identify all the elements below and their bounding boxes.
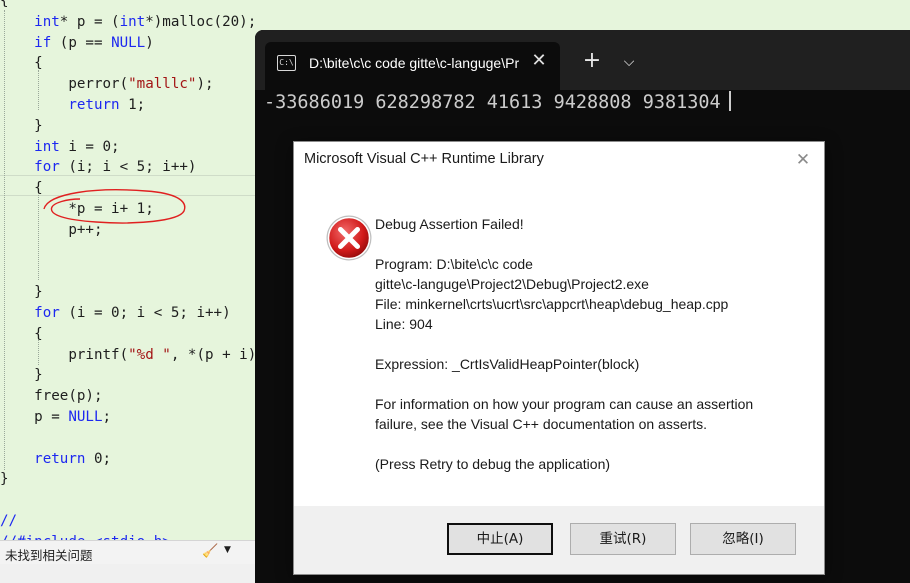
code-token: ) — [145, 34, 154, 51]
code-token: 1; — [119, 97, 146, 113]
code-line: } — [0, 365, 43, 385]
code-token: (i = 0; i < 5; i++) — [59, 305, 231, 321]
code-token: return — [68, 97, 120, 113]
terminal-tab-title: D:\bite\c\c code gitte\c-languge\Project… — [309, 55, 519, 71]
tab-dropdown-button[interactable]: ⌵ — [617, 48, 641, 76]
terminal-output: -33686019 628298782 41613 9428808 938130… — [264, 91, 731, 115]
code-line: { — [0, 53, 43, 73]
terminal-cursor — [728, 91, 731, 111]
code-token: { — [0, 325, 43, 342]
line-number: Line: 904 — [375, 316, 433, 332]
code-token: if — [34, 34, 52, 51]
status-message: 未找到相关问题 — [5, 548, 93, 563]
code-token: } — [0, 284, 43, 301]
code-line: // — [0, 511, 17, 531]
code-token: ); — [196, 76, 214, 93]
red-annotation-circle — [43, 189, 186, 224]
close-tab-icon[interactable]: ✕ — [527, 49, 551, 73]
program-path-line1: Program: D:\bite\c\c code — [375, 256, 533, 272]
terminal-titlebar: C:\ D:\bite\c\c code gitte\c-languge\Pro… — [255, 30, 910, 90]
code-token: p = — [0, 409, 69, 425]
code-line: } — [0, 469, 9, 489]
code-token: for — [34, 159, 60, 176]
code-token: } — [0, 471, 9, 488]
code-line: free(p); — [0, 386, 103, 406]
code-line: } — [0, 282, 43, 302]
abort-button[interactable]: 中止(A) — [447, 523, 553, 555]
code-token: } — [0, 367, 43, 384]
code-line: int* p = (int*)malloc(20); — [0, 12, 256, 32]
file-path: File: minkernel\crts\ucrt\src\appcrt\hea… — [375, 296, 729, 312]
code-token: (p == — [51, 34, 112, 51]
terminal-output-text: -33686019 628298782 41613 9428808 938130… — [264, 92, 721, 113]
dialog-close-button[interactable]: ✕ — [791, 148, 815, 172]
assertion-dialog: Microsoft Visual C++ Runtime Library ✕ D… — [293, 141, 825, 575]
dialog-button-bar: 中止(A) 重试(R) 忽略(I) — [294, 506, 824, 574]
code-token: "malllc" — [128, 76, 197, 93]
code-line: perror("malllc"); — [0, 74, 214, 94]
code-token: 0; — [85, 450, 112, 467]
code-line: printf("%d ", *(p + i) — [0, 345, 256, 365]
code-token: free(p); — [0, 388, 103, 405]
code-token: *)malloc(20); — [145, 13, 257, 30]
code-line: for (i = 0; i < 5; i++) — [0, 303, 231, 323]
terminal-tab[interactable]: C:\ D:\bite\c\c code gitte\c-languge\Pro… — [265, 42, 560, 90]
code-token: return — [34, 450, 86, 467]
program-path-line2: gitte\c-languge\Project2\Debug\Project2.… — [375, 276, 649, 292]
code-line: if (p == NULL) — [0, 33, 154, 53]
code-line: return 0; — [0, 449, 111, 469]
error-icon — [326, 215, 372, 261]
code-token: , *(p + i) — [170, 346, 257, 363]
code-token: { — [0, 55, 43, 72]
new-tab-button[interactable]: + — [578, 48, 606, 76]
code-token: } — [0, 117, 43, 134]
code-token: * p = ( — [59, 13, 120, 30]
chevron-down-icon[interactable]: ▼ — [224, 545, 231, 555]
info-line2: failure, see the Visual C++ documentatio… — [375, 416, 708, 432]
code-token: (i; i < 5; i++) — [59, 159, 197, 176]
code-line: { — [0, 0, 9, 11]
retry-hint: (Press Retry to debug the application) — [375, 456, 611, 472]
code-line: for (i; i < 5; i++) — [0, 157, 196, 177]
code-token: printf( — [0, 346, 129, 363]
code-line: p = NULL; — [0, 407, 111, 427]
status-bar: 未找到相关问题 🧹 ▼ — [0, 540, 255, 565]
assertion-expression: Expression: _CrtIsValidHeapPointer(block… — [375, 356, 640, 372]
code-line: int i = 0; — [0, 137, 120, 157]
code-line: } — [0, 116, 43, 136]
cleanup-brush-icon[interactable]: 🧹 — [202, 544, 218, 559]
retry-button[interactable]: 重试(R) — [570, 523, 676, 555]
code-token: int — [34, 13, 60, 30]
code-token: NULL — [111, 34, 146, 51]
code-token: ; — [102, 409, 112, 425]
console-icon: C:\ — [277, 55, 296, 71]
dialog-heading: Debug Assertion Failed! — [375, 216, 524, 232]
code-token: int — [34, 138, 60, 155]
code-token: { — [0, 0, 9, 9]
code-token: // — [0, 513, 18, 529]
code-line: return 1; — [0, 95, 145, 115]
code-line: { — [0, 324, 43, 344]
info-line1: For information on how your program can … — [375, 396, 754, 412]
code-token: int — [119, 13, 146, 30]
dialog-title: Microsoft Visual C++ Runtime Library — [304, 151, 544, 167]
code-token: for — [34, 305, 60, 321]
code-token: NULL — [68, 409, 103, 425]
code-token: "%d " — [128, 346, 171, 363]
code-token: i = 0; — [59, 138, 120, 155]
code-token: perror( — [0, 76, 129, 93]
bottom-strip — [0, 564, 255, 583]
ignore-button[interactable]: 忽略(I) — [690, 523, 796, 555]
